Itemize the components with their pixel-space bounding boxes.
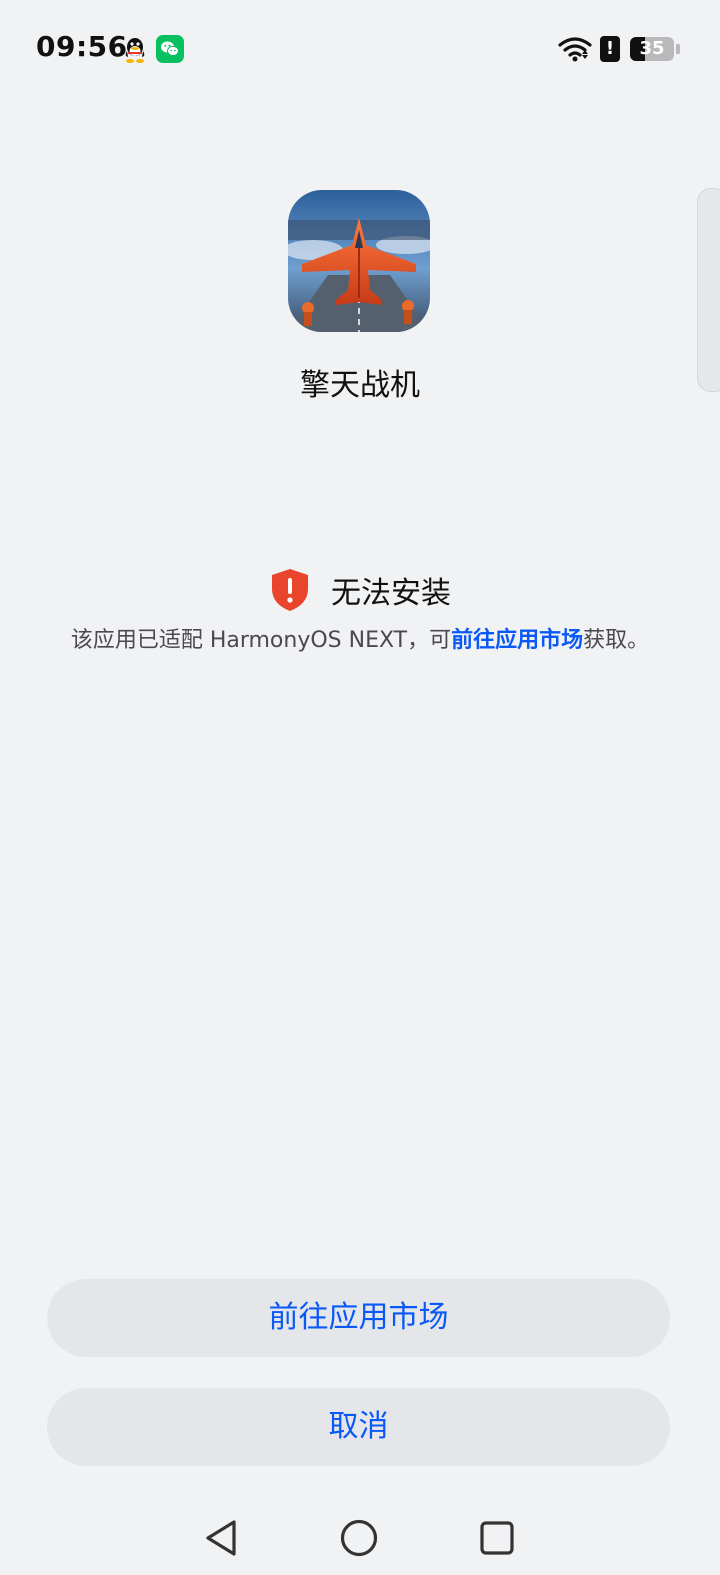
battery-level-text: 35 [639,38,665,59]
status-time: 09:56 [36,30,128,63]
install-status-title: 无法安装 [331,576,451,611]
wechat-icon [156,35,184,63]
qq-icon [125,38,145,63]
navigation-bar [0,1500,720,1575]
description-suffix: 获取。 [583,628,650,653]
app-name: 擎天战机 [300,368,420,403]
shield-alert-icon [272,569,308,611]
alert-icon: ! [600,36,620,62]
open-app-market-button[interactable]: 前往应用市场 [47,1279,670,1357]
status-bar: 09:56 ! 35 [0,0,720,96]
recent-apps-icon[interactable] [480,1521,514,1555]
install-blocked-screen: 09:56 ! 35 擎天战机 无法安装 该应用已适配 HarmonyOS NE… [0,0,720,1575]
back-icon[interactable] [202,1518,238,1558]
app-market-link[interactable]: 前往应用市场 [451,628,583,653]
battery-icon: 35 [630,37,674,61]
battery-tip [676,44,680,54]
home-icon[interactable] [340,1519,378,1557]
cancel-button[interactable]: 取消 [47,1388,670,1466]
app-icon [288,190,430,332]
install-status-description: 该应用已适配 HarmonyOS NEXT，可前往应用市场获取。 [0,622,720,654]
install-status-row: 无法安装 [0,566,720,614]
description-text: 该应用已适配 HarmonyOS NEXT，可 [70,628,452,653]
wifi-icon [558,37,592,62]
